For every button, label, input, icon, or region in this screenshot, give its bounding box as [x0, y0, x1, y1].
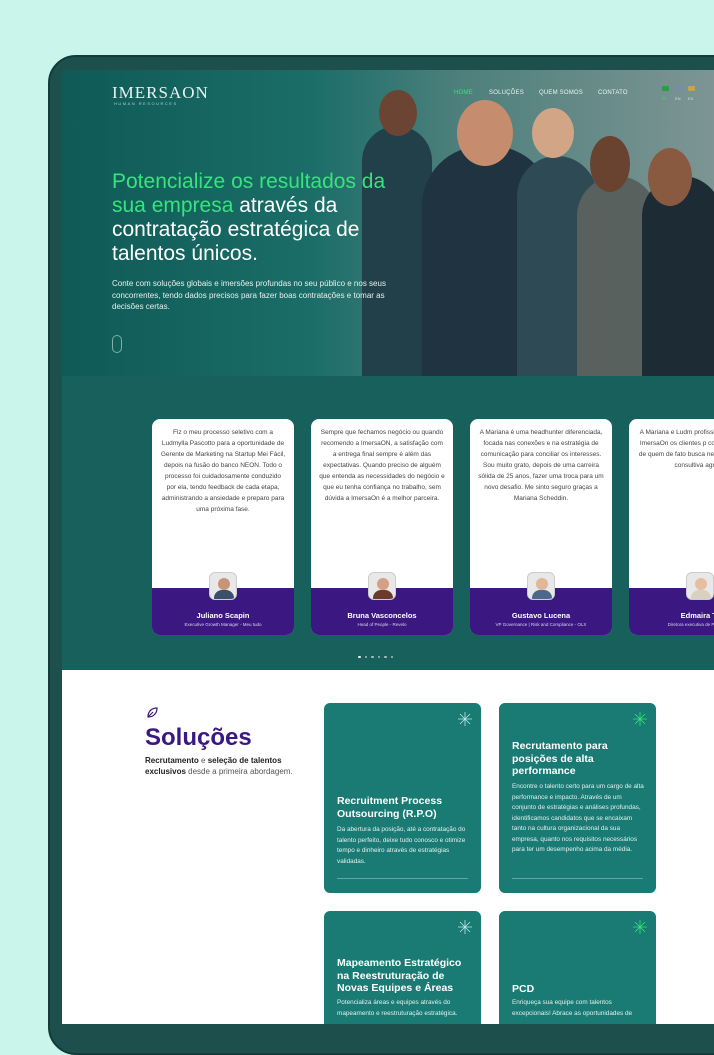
- nav-contato[interactable]: CONTATO: [598, 90, 628, 96]
- lang-es[interactable]: ES: [688, 96, 693, 101]
- avatar: [209, 572, 237, 600]
- testimonials-section: Fiz o meu processo seletivo com a Ludmyl…: [62, 376, 714, 670]
- testimonial-card: A Mariana é uma headhunter diferenciada,…: [470, 419, 612, 635]
- solution-card-title: PCD: [512, 983, 535, 995]
- hero-headline: Potencialize os resultados da sua empres…: [112, 170, 386, 265]
- testimonial-quote: Fiz o meu processo seletivo com a Ludmyl…: [160, 429, 286, 513]
- sparkle-icon: [458, 920, 472, 934]
- logo-tagline: HUMAN RESOURCES: [114, 101, 178, 106]
- us-flag-icon[interactable]: [675, 86, 682, 91]
- testimonial-name: Juliano Scapin: [196, 611, 250, 620]
- carousel-dots[interactable]: [358, 645, 397, 663]
- solution-card-title: Mapeamento Estratégico na Reestruturação…: [337, 957, 462, 994]
- hero-paragraph: Conte com soluções globais e imersões pr…: [112, 279, 386, 311]
- spain-flag-icon[interactable]: [688, 86, 695, 91]
- testimonial-role: Diretora executiva de Pessoas e: [667, 622, 714, 627]
- sparkle-icon: [633, 920, 647, 934]
- sparkle-icon: [458, 712, 472, 726]
- logo[interactable]: IMERSAON: [112, 83, 209, 103]
- avatar: [686, 572, 714, 600]
- lang-en[interactable]: EN: [675, 96, 681, 101]
- solution-card-text: Enriqueça sua equipe com talentos excepc…: [512, 999, 633, 1017]
- solution-card-high-performance[interactable]: Recrutamento para posições de alta perfo…: [499, 703, 656, 893]
- scroll-down-button[interactable]: [112, 335, 122, 353]
- brazil-flag-icon[interactable]: [662, 86, 669, 91]
- testimonial-quote: A Mariana e Ludm profissionais diferenci…: [638, 429, 714, 469]
- avatar: [527, 572, 555, 600]
- solution-card-mapping[interactable]: Mapeamento Estratégico na Reestruturação…: [324, 911, 481, 1024]
- testimonial-role: Head of People - Revelo: [357, 622, 407, 627]
- sparkle-icon: [633, 712, 647, 726]
- nav-quem-somos[interactable]: QUEM SOMOS: [539, 90, 583, 96]
- solution-card-rpo[interactable]: Recruitment Process Outsourcing (R.P.O) …: [324, 703, 481, 893]
- avatar: [368, 572, 396, 600]
- solutions-description: Recrutamento e seleção de talentos exclu…: [145, 756, 293, 776]
- testimonial-role: VP Governance | Risk and Compliance - OL…: [495, 622, 587, 627]
- lang-pt[interactable]: PT: [662, 96, 667, 101]
- solution-card-pcd[interactable]: PCD Enriqueça sua equipe com talentos ex…: [499, 911, 656, 1024]
- testimonial-role: Executive Growth Manager - Meu tudo: [184, 622, 262, 627]
- solution-card-title: Recrutamento para posições de alta perfo…: [512, 740, 608, 777]
- testimonial-card: Fiz o meu processo seletivo com a Ludmyl…: [152, 419, 294, 635]
- nav-home[interactable]: HOME: [454, 90, 473, 96]
- testimonial-quote: A Mariana é uma headhunter diferenciada,…: [478, 429, 604, 502]
- testimonial-name: Gustavo Lucena: [511, 611, 571, 620]
- testimonial-name: Bruna Vasconcelos: [347, 611, 417, 620]
- solution-card-text: Encontre o talento certo para um cargo d…: [512, 783, 644, 853]
- testimonial-name: Edmaira Tr: [680, 611, 714, 620]
- solution-card-text: Da abertura da posição, até a contrataçã…: [337, 826, 466, 865]
- hero-section: IMERSAON HUMAN RESOURCES HOME SOLUÇÕES Q…: [62, 70, 714, 376]
- testimonial-card: Sempre que fechamos negócio ou quando re…: [311, 419, 453, 635]
- solutions-title: Soluções: [145, 724, 252, 751]
- solution-card-text: Potencializa áreas e equipes através do …: [337, 999, 458, 1017]
- website-screen: IMERSAON HUMAN RESOURCES HOME SOLUÇÕES Q…: [62, 70, 714, 1024]
- testimonial-quote: Sempre que fechamos negócio ou quando re…: [319, 429, 445, 502]
- testimonial-card: A Mariana e Ludm profissionais diferenci…: [629, 419, 714, 635]
- nav-solucoes[interactable]: SOLUÇÕES: [489, 90, 524, 96]
- solution-card-title: Recruitment Process Outsourcing (R.P.O): [337, 795, 443, 820]
- leaf-icon: [147, 707, 158, 718]
